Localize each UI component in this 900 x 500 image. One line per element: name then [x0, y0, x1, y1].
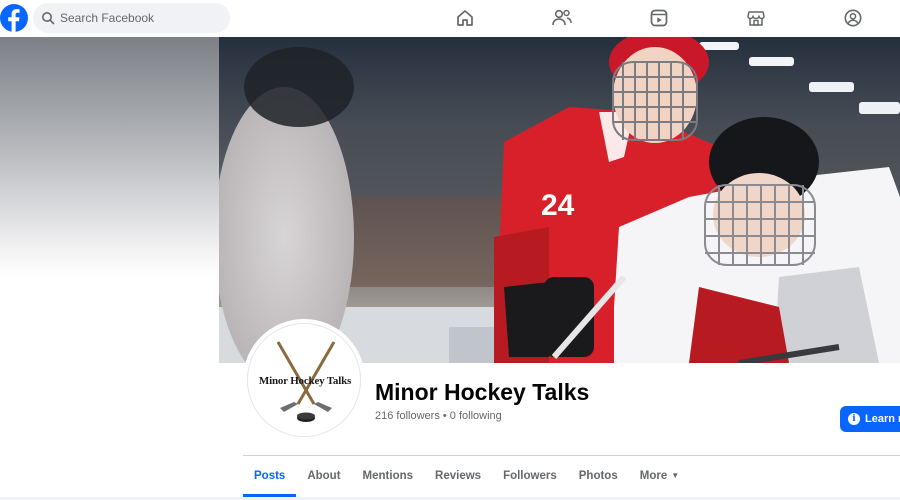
cover-photo[interactable]: 24: [219, 37, 900, 363]
top-navigation-bar: [0, 0, 900, 36]
tab-label: Followers: [503, 470, 557, 482]
tab-followers[interactable]: Followers: [492, 456, 568, 496]
page-title: Minor Hockey Talks: [375, 379, 590, 405]
tab-posts[interactable]: Posts: [243, 456, 297, 497]
tab-label: Reviews: [435, 470, 482, 482]
tab-label: More: [639, 470, 668, 482]
learn-more-label: Learn m: [865, 413, 900, 425]
tab-more[interactable]: More ▼: [629, 456, 690, 496]
tab-about[interactable]: About: [296, 456, 351, 496]
friends-icon[interactable]: [550, 6, 574, 30]
jersey-number: 24: [541, 189, 575, 222]
facebook-logo-icon[interactable]: [0, 4, 28, 32]
tab-reviews[interactable]: Reviews: [424, 456, 492, 496]
tab-label: Photos: [578, 470, 618, 482]
follower-stats[interactable]: 216 followers • 0 following: [375, 410, 502, 422]
left-background: [0, 37, 219, 277]
profile-icon[interactable]: [841, 6, 865, 30]
home-icon[interactable]: [453, 6, 477, 30]
search-box[interactable]: [33, 3, 230, 33]
tab-label: About: [307, 470, 341, 482]
search-input[interactable]: [60, 11, 210, 25]
caret-down-icon: ▼: [671, 471, 680, 480]
profile-picture[interactable]: Minor Hockey Talks: [243, 319, 365, 441]
tab-label: Mentions: [362, 470, 414, 482]
learn-more-button[interactable]: i Learn m: [840, 406, 900, 432]
tab-photos[interactable]: Photos: [568, 456, 629, 496]
logo-text: Minor Hockey Talks: [258, 375, 352, 387]
info-icon: i: [848, 413, 860, 425]
search-icon: [41, 11, 55, 25]
marketplace-icon[interactable]: [744, 6, 768, 30]
hockey-logo-image: Minor Hockey Talks: [247, 323, 361, 437]
tab-label: Posts: [254, 470, 286, 482]
tab-mentions[interactable]: Mentions: [352, 456, 424, 496]
video-icon[interactable]: [647, 6, 671, 30]
page-tabs: Posts About Mentions Reviews Followers P…: [243, 456, 690, 497]
